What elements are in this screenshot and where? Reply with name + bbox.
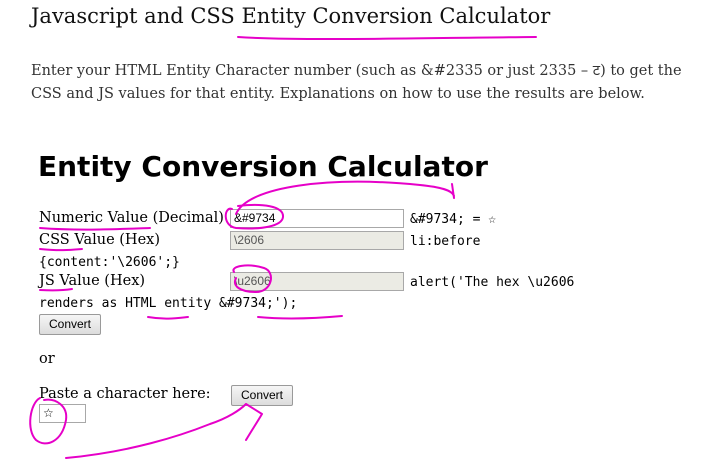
paste-character-label: Paste a character here:: [39, 386, 211, 402]
css-result-line1: li:before: [410, 234, 481, 249]
intro-paragraph: Enter your HTML Entity Character number …: [31, 63, 682, 102]
numeric-value-label: Numeric Value (Decimal): [39, 210, 224, 226]
js-result-line1: alert('The hex \u2606: [410, 275, 575, 290]
calculator-heading: Entity Conversion Calculator: [38, 150, 488, 183]
css-label-underline: [39, 248, 83, 252]
js-result-line2: renders as HTML entity &#9734;');: [39, 296, 298, 311]
js-value-field[interactable]: \u2606: [230, 272, 404, 291]
numeric-result: &#9734; = ☆: [410, 212, 497, 227]
pointer-arrow: [65, 403, 263, 459]
numeric-label-underline: [39, 227, 151, 231]
paste-character-input[interactable]: ☆: [39, 404, 86, 423]
entity-underline: [257, 315, 343, 320]
js-value-label: JS Value (Hex): [39, 273, 146, 289]
css-result-line2: {content:'\2606';}: [39, 255, 180, 270]
html-underline: [147, 316, 189, 320]
or-label: or: [39, 351, 55, 367]
numeric-value-input[interactable]: &#9734: [230, 209, 404, 228]
css-value-label: CSS Value (Hex): [39, 232, 160, 248]
css-value-field[interactable]: \2606: [230, 231, 404, 250]
convert-button[interactable]: Convert: [39, 314, 101, 335]
page-title: Javascript and CSS Entity Conversion Cal…: [31, 4, 551, 28]
js-label-underline: [39, 288, 73, 292]
paste-convert-button[interactable]: Convert: [231, 385, 293, 406]
title-underline: [237, 36, 537, 41]
